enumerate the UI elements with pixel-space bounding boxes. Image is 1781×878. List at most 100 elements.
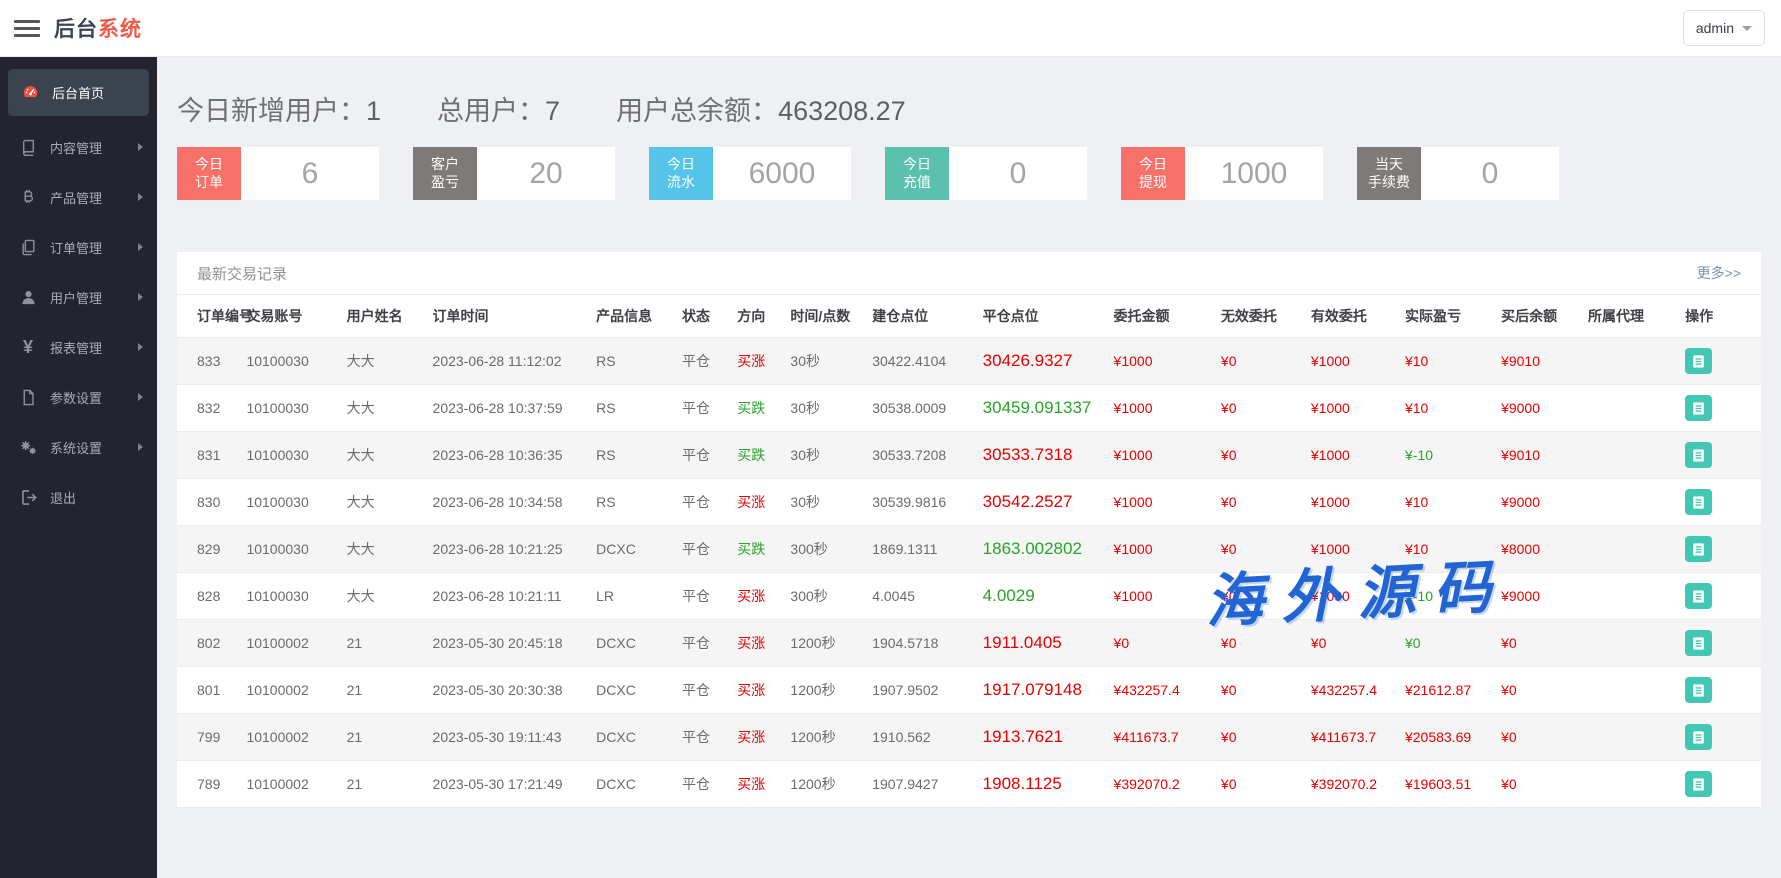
stat-card-today-fees: 当天手续费0 — [1357, 147, 1559, 200]
table-cell: 平仓 — [678, 432, 733, 479]
table-cell: 1904.5718 — [868, 620, 978, 667]
trades-table: 订单编号交易账号用户姓名订单时间产品信息状态方向时间/点数建仓点位平仓点位委托金… — [177, 295, 1761, 808]
table-cell: LR — [592, 573, 678, 620]
table-cell: 789 — [177, 761, 242, 808]
sidebar-item-logout[interactable]: 退出 — [0, 472, 157, 522]
table-row: 82910100030大大2023-06-28 10:21:25DCXC平仓买跌… — [177, 526, 1761, 573]
table-cell: 平仓 — [678, 526, 733, 573]
table-cell: ¥1000 — [1307, 573, 1401, 620]
table-cell: ¥1000 — [1110, 432, 1217, 479]
sidebar-item-product[interactable]: 产品管理 — [0, 172, 157, 222]
table-cell: 829 — [177, 526, 242, 573]
column-header: 订单时间 — [429, 295, 593, 338]
table-cell: 2023-06-28 10:36:35 — [429, 432, 593, 479]
sidebar-item-user[interactable]: 用户管理 — [0, 272, 157, 322]
admin-dropdown[interactable]: admin — [1683, 10, 1765, 46]
table-cell: 833 — [177, 338, 242, 385]
stat-card-label: 当天手续费 — [1357, 147, 1421, 200]
table-cell: ¥19603.51 — [1401, 761, 1497, 808]
table-cell: 10100030 — [242, 573, 342, 620]
table-cell: 21 — [343, 667, 429, 714]
row-detail-button[interactable] — [1685, 677, 1712, 703]
table-cell: 买涨 — [733, 479, 786, 526]
row-detail-button[interactable] — [1685, 489, 1712, 515]
table-cell: ¥1000 — [1307, 338, 1401, 385]
row-detail-button[interactable] — [1685, 442, 1712, 468]
column-header: 交易账号 — [242, 295, 342, 338]
table-cell: ¥0 — [1497, 714, 1584, 761]
table-cell: 1910.562 — [868, 714, 978, 761]
table-cell-actions — [1681, 385, 1761, 432]
row-detail-button[interactable] — [1685, 536, 1712, 562]
table-cell: 801 — [177, 667, 242, 714]
more-link[interactable]: 更多>> — [1697, 263, 1741, 283]
row-detail-button[interactable] — [1685, 724, 1712, 750]
table-cell: ¥10 — [1401, 526, 1497, 573]
table-cell: 4.0045 — [868, 573, 978, 620]
summary-item-0: 今日新增用户：1 — [177, 89, 381, 128]
table-cell — [1584, 338, 1681, 385]
row-detail-button[interactable] — [1685, 630, 1712, 656]
bitcoin-icon — [18, 188, 38, 206]
table-cell: ¥0 — [1497, 761, 1584, 808]
table-cell: 1200秒 — [786, 667, 868, 714]
column-header: 状态 — [678, 295, 733, 338]
summary-item-2: 用户总余额：463208.27 — [616, 89, 906, 128]
table-cell — [1584, 385, 1681, 432]
stat-card-today-withdraw: 今日提现1000 — [1121, 147, 1323, 200]
table-cell: ¥-10 — [1401, 573, 1497, 620]
file-icon — [18, 388, 38, 406]
table-cell-actions — [1681, 432, 1761, 479]
table-cell: ¥411673.7 — [1307, 714, 1401, 761]
table-cell: 831 — [177, 432, 242, 479]
table-cell: 1913.7621 — [979, 714, 1110, 761]
table-cell: 平仓 — [678, 620, 733, 667]
sidebar-item-home[interactable]: 后台首页 — [8, 69, 149, 116]
table-cell: ¥1000 — [1307, 526, 1401, 573]
table-cell — [1584, 620, 1681, 667]
table-cell: 30538.0009 — [868, 385, 978, 432]
table-cell: 4.0029 — [979, 573, 1110, 620]
table-cell: RS — [592, 432, 678, 479]
stat-card-value: 6 — [241, 147, 379, 200]
table-cell: 买涨 — [733, 761, 786, 808]
table-cell: ¥0 — [1497, 667, 1584, 714]
table-cell: ¥20583.69 — [1401, 714, 1497, 761]
table-cell: ¥0 — [1217, 761, 1307, 808]
sidebar-item-system[interactable]: 系统设置 — [0, 422, 157, 472]
row-detail-button[interactable] — [1685, 395, 1712, 421]
table-cell-actions — [1681, 761, 1761, 808]
sidebar-item-order[interactable]: 订单管理 — [0, 222, 157, 272]
sidebar-item-params[interactable]: 参数设置 — [0, 372, 157, 422]
menu-toggle-icon[interactable] — [14, 16, 40, 41]
stat-card-label: 今日流水 — [649, 147, 713, 200]
table-cell: 2023-06-28 11:12:02 — [429, 338, 593, 385]
sidebar-item-label: 后台首页 — [52, 83, 139, 102]
row-detail-button[interactable] — [1685, 583, 1712, 609]
sidebar-item-report[interactable]: ¥报表管理 — [0, 322, 157, 372]
stat-card-label: 今日提现 — [1121, 147, 1185, 200]
row-detail-button[interactable] — [1685, 348, 1712, 374]
app-title-red: 系统 — [98, 18, 142, 41]
table-cell: 平仓 — [678, 573, 733, 620]
table-cell: 1200秒 — [786, 714, 868, 761]
summary-value: 1 — [366, 96, 381, 126]
table-cell: 平仓 — [678, 385, 733, 432]
column-header: 实际盈亏 — [1401, 295, 1497, 338]
table-cell — [1584, 526, 1681, 573]
sidebar-item-content[interactable]: 内容管理 — [0, 122, 157, 172]
table-cell: 30426.9327 — [979, 338, 1110, 385]
table-cell: 830 — [177, 479, 242, 526]
row-detail-button[interactable] — [1685, 771, 1712, 797]
sidebar-item-label: 用户管理 — [50, 288, 138, 307]
table-row: 78910100002212023-05-30 17:21:49DCXC平仓买涨… — [177, 761, 1761, 808]
column-header: 所属代理 — [1584, 295, 1681, 338]
column-header: 产品信息 — [592, 295, 678, 338]
table-cell — [1584, 714, 1681, 761]
table-cell: 21 — [343, 714, 429, 761]
table-cell: 21 — [343, 761, 429, 808]
yen-icon: ¥ — [18, 338, 38, 356]
table-cell — [1584, 761, 1681, 808]
table-cell: DCXC — [592, 761, 678, 808]
table-cell: DCXC — [592, 526, 678, 573]
